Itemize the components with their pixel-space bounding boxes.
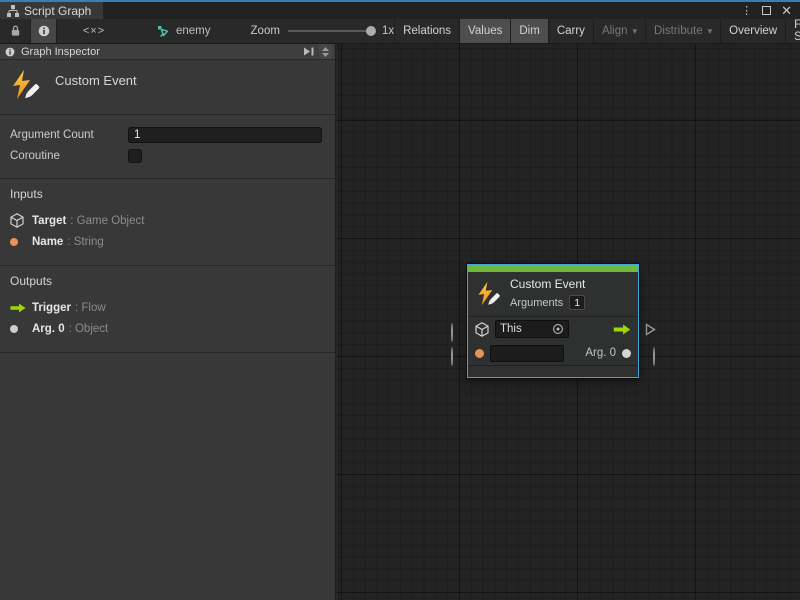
outputs-section: Outputs Trigger : Flow Arg. 0 : Object	[0, 266, 335, 353]
node-title: Custom Event	[510, 277, 585, 291]
input-port-name[interactable]	[451, 348, 453, 366]
inputs-section: Inputs Target : Game Object Name : Strin…	[0, 179, 335, 266]
node-arg0-label: Arg. 0	[585, 347, 616, 359]
port-row-trigger: Trigger : Flow	[10, 297, 325, 318]
graph-asset-chip[interactable]: enemy	[157, 25, 211, 38]
lock-button[interactable]	[0, 19, 30, 43]
string-port-icon	[475, 349, 484, 358]
panel-scroll-spinner[interactable]	[319, 44, 332, 59]
graph-toolbar: <×> enemy Zoom 1x Relations	[0, 19, 800, 44]
object-port-icon	[10, 325, 18, 333]
flow-port-triangle-icon	[645, 323, 656, 336]
zoom-label: Zoom	[251, 25, 280, 37]
tab-script-graph[interactable]: Script Graph	[0, 2, 103, 19]
relations-button[interactable]: Relations	[394, 19, 459, 43]
toolbar-left-group: <×> enemy Zoom 1x	[0, 19, 394, 43]
string-port-icon	[10, 238, 18, 246]
output-port-trigger[interactable]	[645, 323, 656, 341]
distribute-dropdown-button[interactable]: Distribute ▾	[645, 19, 720, 43]
custom-event-icon	[10, 69, 42, 101]
argument-count-row: Argument Count	[10, 124, 322, 145]
object-port-icon	[622, 349, 631, 358]
zoom-control: Zoom 1x	[251, 25, 395, 37]
values-button[interactable]: Values	[459, 19, 510, 43]
node-arguments-label: Arguments	[510, 297, 563, 309]
graph-inspector-panel: Graph Inspector	[0, 44, 336, 600]
node-row-target: This	[468, 317, 638, 341]
unit-header: Custom Event	[0, 60, 335, 115]
port-row-target: Target : Game Object	[10, 210, 325, 231]
chevron-down-icon	[322, 53, 329, 57]
code-preview-button[interactable]: <×>	[71, 25, 117, 37]
node-header: Custom Event Arguments 1	[468, 272, 638, 316]
coroutine-row: Coroutine	[10, 145, 322, 166]
dock-panel-icon[interactable]	[303, 46, 315, 57]
zoom-slider[interactable]	[288, 30, 374, 32]
zoom-value: 1x	[382, 25, 394, 37]
graph-name-label: enemy	[176, 25, 211, 37]
unit-properties: Argument Count Coroutine	[0, 115, 335, 179]
node-footer	[468, 365, 638, 375]
flow-arrow-icon	[613, 324, 631, 335]
object-picker-icon[interactable]	[552, 323, 564, 335]
node-title-bar	[468, 265, 638, 272]
lock-icon	[10, 25, 21, 37]
toolbar-button-group: Relations Values Dim Carry Align ▾ Distr…	[394, 19, 800, 43]
carry-button[interactable]: Carry	[548, 19, 593, 43]
input-port-target[interactable]	[451, 324, 453, 342]
custom-event-node[interactable]: Custom Event Arguments 1	[467, 264, 639, 378]
info-icon	[5, 47, 15, 57]
inspector-title: Graph Inspector	[21, 46, 100, 58]
maximize-icon[interactable]	[762, 6, 771, 15]
node-arguments-field[interactable]: 1	[569, 295, 585, 310]
zoom-slider-handle[interactable]	[366, 26, 376, 36]
port-row-arg0: Arg. 0 : Object	[10, 318, 325, 339]
tab-label: Script Graph	[24, 4, 91, 18]
window-menu-icon[interactable]: ⋮	[741, 4, 752, 17]
target-dropdown[interactable]: This	[495, 320, 569, 338]
port-row-name: Name : String	[10, 231, 325, 252]
coroutine-checkbox[interactable]	[128, 149, 142, 163]
inspector-toggle-button[interactable]	[30, 19, 57, 43]
dim-button[interactable]: Dim	[510, 19, 547, 43]
align-dropdown-button[interactable]: Align ▾	[593, 19, 645, 43]
cube-icon	[475, 322, 489, 337]
node-row-name: Arg. 0	[468, 341, 638, 365]
graph-hierarchy-icon	[7, 5, 19, 17]
unit-title: Custom Event	[55, 73, 137, 88]
close-icon[interactable]: ✕	[781, 3, 792, 19]
script-graph-window: Script Graph ⋮ ✕ <×>	[0, 0, 800, 600]
outputs-title: Outputs	[10, 274, 325, 288]
argument-count-input[interactable]	[128, 127, 322, 143]
flow-arrow-icon	[10, 303, 26, 313]
graph-inspector-header: Graph Inspector	[0, 44, 335, 60]
overview-button[interactable]: Overview	[720, 19, 785, 43]
coroutine-label: Coroutine	[10, 150, 128, 162]
tab-bar: Script Graph ⋮ ✕	[0, 2, 800, 19]
custom-event-icon	[476, 281, 502, 307]
chevron-down-icon: ▾	[633, 26, 638, 37]
graph-pointer-icon	[157, 25, 170, 38]
argument-count-label: Argument Count	[10, 129, 128, 141]
chevron-up-icon	[322, 47, 329, 51]
full-screen-button[interactable]: Full Screen	[785, 19, 800, 43]
window-controls: ⋮ ✕	[741, 2, 800, 19]
output-port-arg0[interactable]	[653, 348, 655, 366]
node-arguments-row: Arguments 1	[510, 295, 585, 310]
node-port-rows: This	[468, 316, 638, 365]
node-body[interactable]: Custom Event Arguments 1	[467, 264, 639, 378]
chevron-down-icon: ▾	[708, 26, 713, 37]
graph-canvas[interactable]: Custom Event Arguments 1	[337, 44, 800, 600]
inputs-title: Inputs	[10, 187, 325, 201]
name-input-field[interactable]	[490, 345, 564, 362]
info-icon	[38, 25, 50, 37]
cube-icon	[10, 213, 24, 228]
